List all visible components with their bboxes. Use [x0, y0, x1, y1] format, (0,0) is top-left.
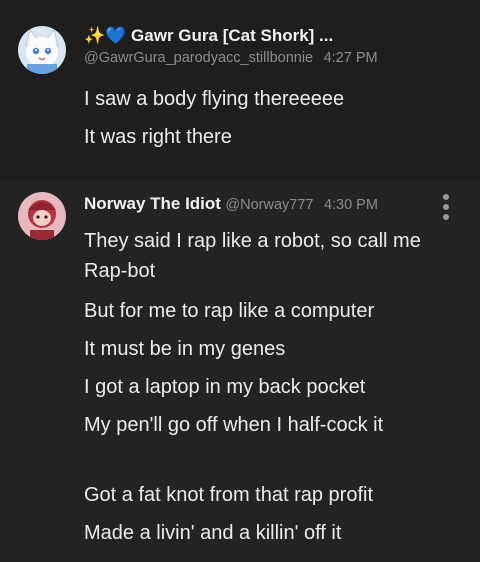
handle[interactable]: @Norway777 [225, 197, 313, 213]
handle[interactable]: @GawrGura_parodyacc_stillbonnie [84, 50, 313, 66]
message-line: Made a livin' and a killin' off it [84, 522, 342, 544]
timestamp: 4:27 PM [323, 50, 378, 66]
red-character-avatar-icon [18, 192, 66, 240]
more-options-icon[interactable] [442, 194, 450, 220]
white-cat-avatar-icon [18, 26, 66, 74]
message-header: ✨💙 Gawr Gura [Cat Shork] ... @GawrGura_p… [84, 26, 378, 67]
avatar[interactable] [18, 192, 66, 240]
display-name[interactable]: Norway The Idiot [84, 194, 221, 213]
message-header: Norway The Idiot @Norway777 4:30 PM [84, 194, 378, 214]
avatar[interactable] [18, 26, 66, 74]
message-line: Got a fat knot from that rap profit [84, 484, 374, 506]
message-line: It was right there [84, 126, 232, 148]
message-line: They said I rap like a robot, so call me… [84, 230, 421, 282]
message-line: I saw a body flying thereeeee [84, 88, 345, 110]
message-line: It must be in my genes [84, 338, 286, 360]
timestamp: 4:30 PM [323, 197, 378, 213]
display-name[interactable]: ✨💙 Gawr Gura [Cat Shork] ... [84, 26, 378, 46]
message-line: My pen'll go off when I half-cock it [84, 414, 384, 436]
display-name-text[interactable]: ✨💙 Gawr Gura [Cat Shork] ... [84, 26, 333, 45]
message-line: But for me to rap like a computer [84, 300, 375, 322]
message-group-norway: Norway The Idiot @Norway777 4:30 PM They… [0, 180, 480, 562]
message-line: I got a laptop in my back pocket [84, 376, 366, 398]
